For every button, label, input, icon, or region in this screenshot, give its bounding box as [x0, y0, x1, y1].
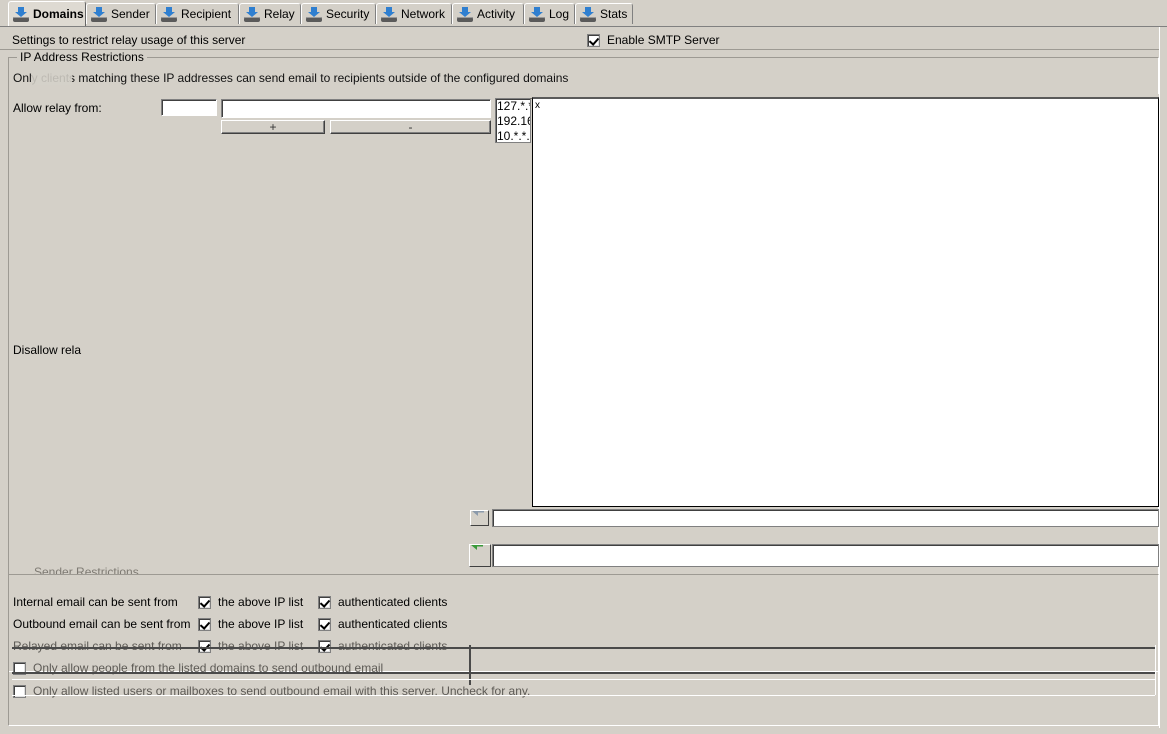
tab-recipient[interactable]: Recipient — [156, 3, 239, 24]
tab-label: Relay — [264, 7, 295, 21]
tray-download-icon — [580, 7, 596, 22]
tab-strip-underline — [0, 26, 1167, 27]
internal-email-ip-list-checkbox[interactable] — [198, 596, 211, 609]
checkbox-label: the above IP list — [218, 639, 303, 653]
tray-download-icon — [529, 7, 545, 22]
import-list-button-top[interactable] — [470, 510, 489, 526]
checkbox-label: authenticated clients — [338, 617, 447, 631]
disallow-relay-label: Disallow rela — [13, 343, 81, 357]
tab-label: Stats — [600, 7, 627, 21]
relayed-email-auth-option[interactable]: authenticated clients — [318, 639, 447, 653]
remove-ip-button[interactable]: - — [330, 120, 491, 134]
tab-security[interactable]: Security — [301, 3, 376, 24]
relayed-email-label: Relayed email can be sent from — [13, 639, 198, 653]
internal-email-label: Internal email can be sent from — [13, 595, 198, 609]
checkbox-label: the above IP list — [218, 617, 303, 631]
ip-address-input[interactable] — [221, 99, 491, 118]
relayed-email-ip-list-checkbox[interactable] — [198, 640, 211, 653]
list-item[interactable]: 192.16 — [497, 114, 530, 129]
list-item[interactable]: 10.*.*. — [497, 129, 530, 143]
checkbox-label: the above IP list — [218, 595, 303, 609]
overlay-panel-text: x — [535, 100, 540, 111]
ip-octet-input[interactable] — [161, 99, 217, 116]
tab-label: Network — [401, 7, 445, 21]
tab-domains[interactable]: Domains — [8, 1, 86, 26]
render-artifact — [32, 70, 72, 85]
relayed-email-auth-checkbox[interactable] — [318, 640, 331, 653]
overlay-white-panel[interactable]: x — [532, 97, 1159, 507]
internal-email-row: Internal email can be sent from the abov… — [13, 594, 447, 610]
tab-label: Activity — [477, 7, 515, 21]
window-frame-right — [1159, 27, 1167, 734]
relayed-email-row: Relayed email can be sent from the above… — [13, 638, 447, 654]
tray-download-icon — [91, 7, 107, 22]
tab-label: Domains — [33, 7, 84, 21]
tray-download-icon — [244, 7, 260, 22]
tab-label: Recipient — [181, 7, 231, 21]
ip-address-restrictions-title: IP Address Restrictions — [17, 50, 147, 64]
tab-label: Security — [326, 7, 369, 21]
outbound-email-auth-checkbox[interactable] — [318, 618, 331, 631]
tab-network[interactable]: Network — [376, 3, 452, 24]
tab-label: Sender — [111, 7, 150, 21]
add-ip-button[interactable]: + — [221, 120, 325, 134]
enable-smtp-server-label: Enable SMTP Server — [607, 33, 720, 47]
tab-label: Log — [549, 7, 569, 21]
tray-download-icon — [13, 7, 29, 22]
tray-download-icon — [161, 7, 177, 22]
import-path-input-top[interactable] — [492, 509, 1159, 527]
sender-restrictions-title: Sender Restrictions — [31, 566, 142, 574]
ip-restrictions-description: Only clients matching these IP addresses… — [13, 71, 568, 85]
outbound-email-row: Outbound email can be sent from the abov… — [13, 616, 447, 632]
smtp-settings-window: Domains Sender Recipient Relay Security … — [0, 0, 1167, 734]
checkbox-label: authenticated clients — [338, 639, 447, 653]
allow-relay-from-label: Allow relay from: — [13, 101, 102, 115]
tab-sender[interactable]: Sender — [86, 3, 156, 24]
tab-relay[interactable]: Relay — [239, 3, 301, 24]
tab-activity[interactable]: Activity — [452, 3, 524, 24]
outbound-email-ip-list-checkbox[interactable] — [198, 618, 211, 631]
import-path-input-bottom[interactable] — [492, 544, 1159, 567]
internal-email-auth-checkbox[interactable] — [318, 596, 331, 609]
import-list-button-bottom[interactable] — [469, 544, 491, 567]
relayed-email-ip-list-option[interactable]: the above IP list — [198, 639, 318, 653]
tray-download-icon — [381, 7, 397, 22]
enable-smtp-server-checkbox[interactable] — [587, 34, 600, 47]
outbound-email-ip-list-option[interactable]: the above IP list — [198, 617, 318, 631]
overlay-border-line — [12, 672, 1155, 674]
header-divider — [0, 49, 1167, 50]
allowed-ip-listbox[interactable]: 127.*.* 192.16 10.*.*. — [495, 98, 531, 143]
tab-strip: Domains Sender Recipient Relay Security … — [0, 0, 1167, 27]
internal-email-auth-option[interactable]: authenticated clients — [318, 595, 447, 609]
overlay-border-line — [12, 647, 1155, 649]
tray-download-icon — [457, 7, 473, 22]
internal-email-ip-list-option[interactable]: the above IP list — [198, 595, 318, 609]
window-frame-bottom — [0, 728, 1167, 734]
outbound-email-label: Outbound email can be sent from — [13, 617, 198, 631]
page-subtitle: Settings to restrict relay usage of this… — [12, 33, 245, 47]
checkbox-label: authenticated clients — [338, 595, 447, 609]
overlay-border-line — [12, 695, 1155, 696]
tab-stats[interactable]: Stats — [575, 3, 633, 24]
list-item[interactable]: 127.*.* — [497, 99, 530, 114]
overlay-border-line — [1155, 645, 1156, 695]
overlay-border-line — [12, 679, 1155, 680]
enable-smtp-server-row[interactable]: Enable SMTP Server — [587, 33, 720, 47]
tray-download-icon — [306, 7, 322, 22]
outbound-email-auth-option[interactable]: authenticated clients — [318, 617, 447, 631]
tab-log[interactable]: Log — [524, 3, 575, 24]
